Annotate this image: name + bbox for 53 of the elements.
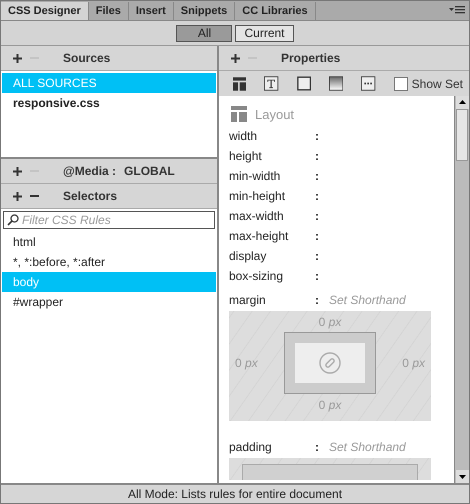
scrollbar[interactable] [454, 96, 469, 483]
colon: : [315, 209, 320, 223]
add-icon[interactable] [13, 166, 22, 176]
mode-button[interactable]: Current [235, 24, 294, 42]
selector-item[interactable]: #wrapper [2, 292, 216, 312]
add-icon[interactable] [13, 54, 22, 62]
more-icon[interactable] [361, 75, 376, 92]
property-name: height [229, 149, 263, 163]
colon: : [315, 169, 320, 183]
colon: : [315, 189, 320, 203]
property-name: min-width [229, 169, 282, 183]
panel-menu-icon[interactable] [449, 5, 465, 15]
colon: : [315, 269, 320, 283]
colon: : [315, 229, 320, 243]
border-icon[interactable] [296, 75, 312, 92]
scroll-up-icon[interactable] [456, 96, 468, 109]
property-name: min-height [229, 189, 286, 203]
colon: : [315, 129, 320, 143]
add-icon[interactable] [231, 54, 240, 62]
gradient-icon[interactable] [329, 75, 344, 92]
property-name: margin [229, 293, 267, 307]
layout-icon[interactable] [233, 76, 246, 92]
properties-title: Properties [281, 51, 340, 65]
property-name: display [229, 249, 268, 263]
search-icon [7, 214, 19, 226]
show-set-checkbox[interactable] [394, 76, 408, 90]
sources-title: Sources [63, 51, 110, 65]
status-bar: All Mode: Lists rules for entire document [1, 483, 469, 503]
mode-button[interactable]: All [176, 24, 232, 42]
panel-tab[interactable]: CSS Designer [1, 2, 89, 20]
layout-icon [231, 106, 247, 122]
selector-item[interactable]: html [2, 232, 216, 252]
source-item[interactable]: responsive.css [2, 93, 216, 113]
property-name: max-width [229, 209, 285, 223]
colon: : [315, 440, 320, 454]
property-name: box-sizing [229, 269, 284, 283]
media-label: @Media : [63, 164, 116, 178]
show-set-label: Show Set [412, 76, 464, 90]
colon: : [315, 293, 320, 307]
scroll-thumb[interactable] [456, 109, 468, 161]
filter-field[interactable]: Filter CSS Rules [3, 211, 215, 229]
property-name: width [229, 129, 258, 143]
selector-item[interactable]: *, *:before, *:after [2, 252, 216, 272]
section-title: Layout [255, 106, 294, 122]
media-value: GLOBAL [124, 164, 175, 178]
property-name: max-height [229, 229, 290, 243]
selectors-title: Selectors [63, 189, 118, 203]
add-icon[interactable] [13, 192, 22, 200]
scroll-down-icon[interactable] [456, 470, 468, 483]
colon: : [315, 149, 320, 163]
property-name: padding [229, 440, 273, 454]
text-icon[interactable] [264, 75, 279, 92]
colon: : [315, 249, 320, 263]
